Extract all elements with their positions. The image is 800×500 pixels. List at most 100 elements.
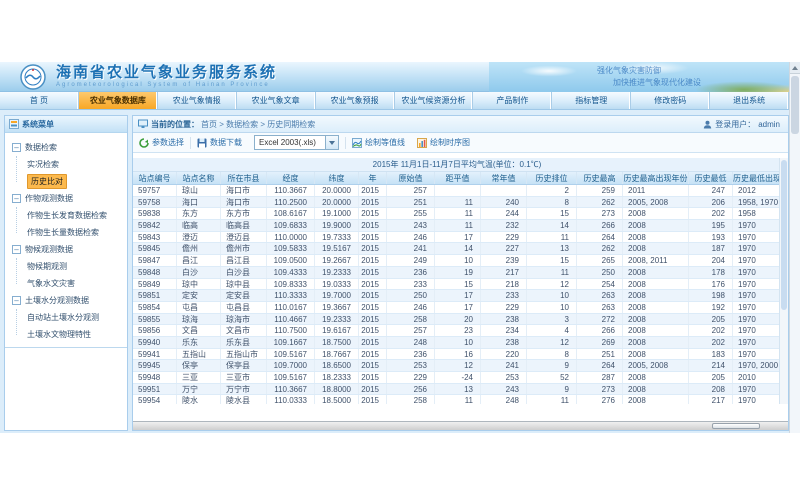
page-scrollbar[interactable] <box>789 62 800 433</box>
tree-item[interactable]: 土壤水文物理特性 <box>5 326 127 343</box>
table-cell: 琼中县 <box>221 279 267 290</box>
table-cell: 10 <box>435 255 481 266</box>
table-cell: 264 <box>577 232 623 243</box>
table-cell: 9 <box>527 360 577 371</box>
table-cell: 19.2333 <box>315 267 359 278</box>
collapse-icon[interactable]: – <box>12 245 21 254</box>
table-cell: 2015 <box>359 220 387 231</box>
table-cell: 屯昌县 <box>221 302 267 313</box>
nav-tab-4[interactable]: 农业气象预报 <box>316 92 395 109</box>
table-cell: 59855 <box>133 314 177 325</box>
table-cell: 2008 <box>623 267 689 278</box>
tree-item[interactable]: 自动站土壤水分观测 <box>5 309 127 326</box>
table-cell: 110.0333 <box>267 395 315 404</box>
nav-tab-1[interactable]: 农业气象数据库 <box>79 92 158 109</box>
table-cell: 8 <box>527 197 577 208</box>
tree-item[interactable]: 历史比对 <box>5 173 127 190</box>
table-cell: 109.6833 <box>267 220 315 231</box>
nav-tab-6[interactable]: 产品制作 <box>473 92 552 109</box>
table-cell: 248 <box>387 337 435 348</box>
nav-tab-2[interactable]: 农业气象情报 <box>158 92 237 109</box>
table-cell: 214 <box>689 360 733 371</box>
banner-slogan: 强化气象灾害防御 加快推进气象现代化建设 <box>597 65 701 89</box>
nav-tab-8[interactable]: 修改密码 <box>631 92 710 109</box>
table-cell: 23 <box>435 325 481 336</box>
table-cell: 273 <box>577 384 623 395</box>
scrollbar-thumb[interactable] <box>712 423 760 429</box>
collapse-icon[interactable]: – <box>12 143 21 152</box>
table-cell: 2008, 2011 <box>623 255 689 266</box>
tree-item[interactable]: 实况检索 <box>5 156 127 173</box>
table-cell: 19.3667 <box>315 302 359 313</box>
table-cell: 59941 <box>133 349 177 360</box>
collapse-icon[interactable]: – <box>12 296 21 305</box>
table-cell: 202 <box>689 325 733 336</box>
table-cell: 262 <box>577 197 623 208</box>
table-cell: 14 <box>527 220 577 231</box>
table-cell: 五指山 <box>177 349 221 360</box>
collapse-icon[interactable]: – <box>12 194 21 203</box>
breadcrumb-label: 当前的位置： <box>151 119 199 130</box>
tree-group[interactable]: –数据检索 <box>5 139 127 156</box>
table-cell: 52 <box>527 372 577 383</box>
table-cell: 217 <box>481 267 527 278</box>
table-cell: 59843 <box>133 232 177 243</box>
column-header: 常年值 <box>481 172 527 184</box>
tree-item[interactable]: 作物生长发育数据检索 <box>5 207 127 224</box>
nav-tab-3[interactable]: 农业气象文章 <box>237 92 316 109</box>
table-row: 59951万宁万宁市110.366718.8000201525613243927… <box>133 384 781 396</box>
table-cell: 110.2500 <box>267 197 315 208</box>
table-cell: 琼山 <box>177 185 221 196</box>
tree-group[interactable]: –土壤水分观测数据 <box>5 292 127 309</box>
table-cell: 东方市 <box>221 208 267 219</box>
table-row: 59757琼山海口市110.366720.0000201525722592011… <box>133 185 781 197</box>
draw-contour-button[interactable]: 绘制等值线 <box>352 137 405 148</box>
table-cell: 9 <box>527 384 577 395</box>
table-cell: 白沙 <box>177 267 221 278</box>
table-cell: 59757 <box>133 185 177 196</box>
app-title-block: 海南省农业气象业务服务系统 Agrometeorological System … <box>56 64 277 89</box>
table-cell: 217 <box>689 395 733 404</box>
table-vertical-scrollbar[interactable] <box>779 158 788 404</box>
table-cell: 59838 <box>133 208 177 219</box>
scroll-up-icon[interactable] <box>790 62 800 74</box>
table-cell: 202 <box>689 208 733 219</box>
table-cell: 205 <box>689 372 733 383</box>
table-horizontal-scrollbar[interactable] <box>133 421 788 430</box>
scrollbar-thumb[interactable] <box>781 160 787 310</box>
table-cell: 19.7333 <box>315 232 359 243</box>
table-cell: 2008 <box>623 384 689 395</box>
table-cell: 19.2667 <box>315 255 359 266</box>
table-cell: 12 <box>435 360 481 371</box>
table-cell: 229 <box>481 302 527 313</box>
tree-item[interactable]: 作物生长量数据检索 <box>5 224 127 241</box>
download-format-select[interactable]: Excel 2003(.xls) <box>254 135 339 150</box>
tree-group[interactable]: –物候观测数据 <box>5 241 127 258</box>
tree-group[interactable]: –作物观测数据 <box>5 190 127 207</box>
main-panel: 当前的位置： 首页 > 数据检索 > 历史同期检索 登录用户：admin <box>132 115 789 431</box>
tree-item[interactable]: 气象水文灾害 <box>5 275 127 292</box>
table-cell: 2015 <box>359 325 387 336</box>
data-download-button[interactable]: 数据下载 <box>197 137 242 148</box>
param-select-button[interactable]: 参数选择 <box>139 137 184 148</box>
table-cell: 海口市 <box>221 197 267 208</box>
draw-timeseries-button[interactable]: 绘制时序图 <box>417 137 470 148</box>
table-cell: 276 <box>577 395 623 404</box>
table-cell: 262 <box>577 243 623 254</box>
tree-item[interactable]: 物候期观测 <box>5 258 127 275</box>
table-cell: 琼中 <box>177 279 221 290</box>
table-cell: 2015 <box>359 384 387 395</box>
scrollbar-thumb[interactable] <box>791 76 799 134</box>
nav-tab-9[interactable]: 退出系统 <box>710 92 789 109</box>
nav-tab-5[interactable]: 农业气候资源分析 <box>395 92 474 109</box>
table-cell: 儋州市 <box>221 243 267 254</box>
table-cell: 246 <box>387 302 435 313</box>
nav-tab-0[interactable]: 首 页 <box>0 92 79 109</box>
table-cell: 109.8333 <box>267 279 315 290</box>
table-row: 59758海口海口市110.250020.0000201525111240826… <box>133 197 781 209</box>
dropdown-button[interactable] <box>325 136 338 149</box>
nav-tab-7[interactable]: 指标管理 <box>552 92 631 109</box>
breadcrumb[interactable]: 首页 > 数据检索 > 历史同期检索 <box>201 119 315 130</box>
table-cell: 昌江 <box>177 255 221 266</box>
table-cell: 193 <box>689 232 733 243</box>
